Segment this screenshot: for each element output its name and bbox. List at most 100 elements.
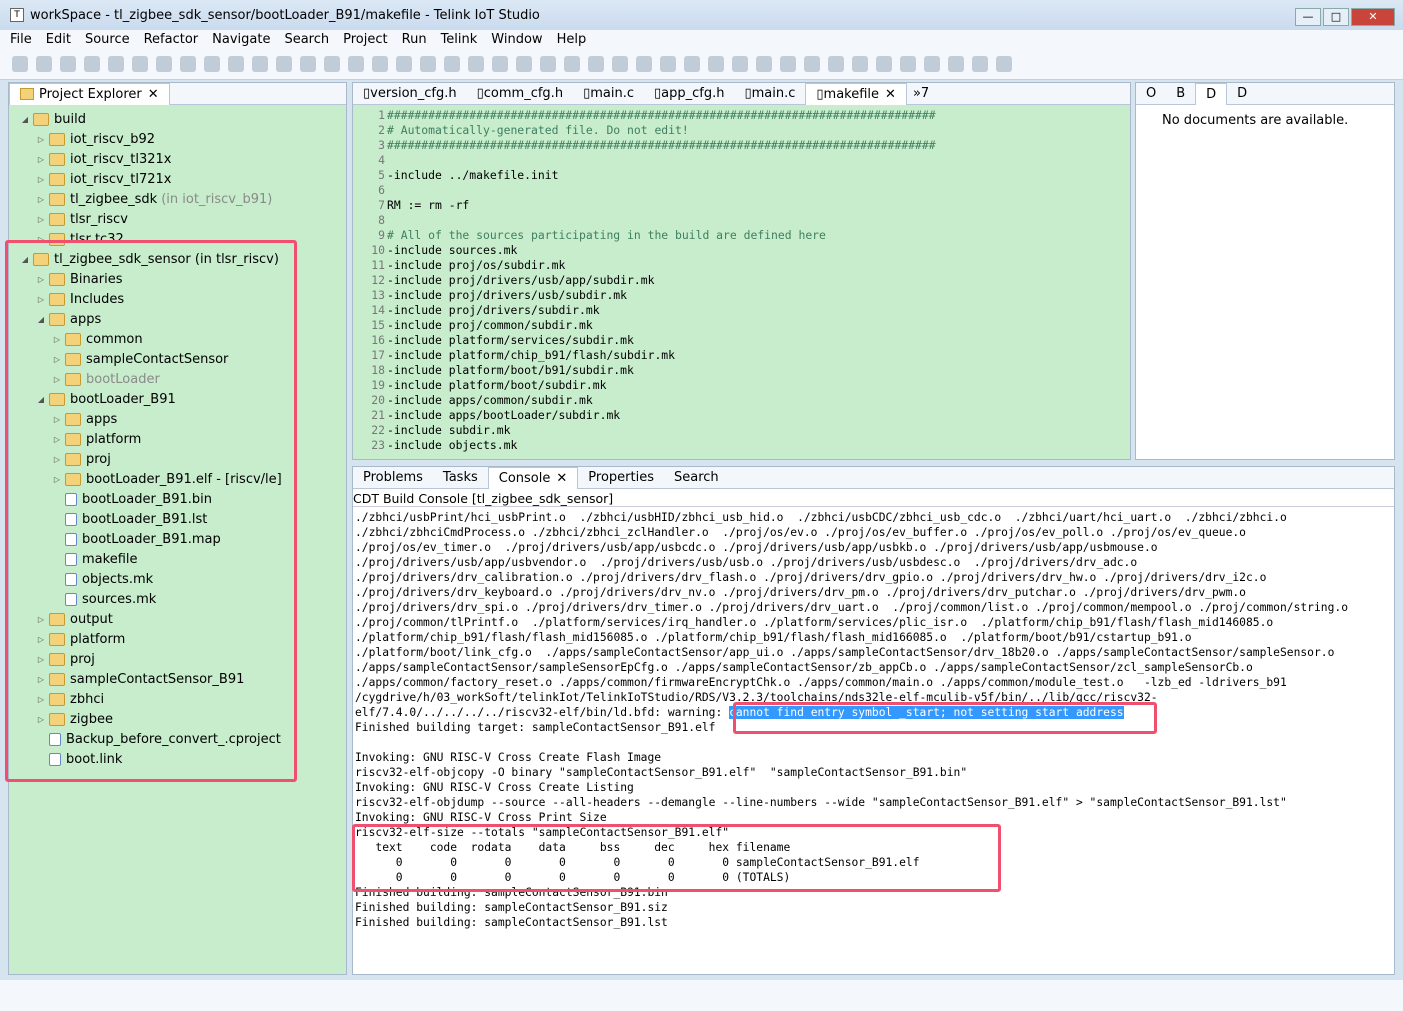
menu-project[interactable]: Project xyxy=(343,32,387,47)
toolbar-button-icon[interactable] xyxy=(204,56,220,72)
menu-search[interactable]: Search xyxy=(284,32,329,47)
toolbar-button-icon[interactable] xyxy=(636,56,652,72)
toolbar-button-icon[interactable] xyxy=(276,56,292,72)
menu-edit[interactable]: Edit xyxy=(46,32,71,47)
toolbar-button-icon[interactable] xyxy=(180,56,196,72)
editor-tab[interactable]: ▯ main.c xyxy=(573,83,644,105)
tree-item[interactable]: ▷ iot_riscv_tl321x xyxy=(9,149,346,169)
collapsed-icon[interactable]: ▷ xyxy=(35,215,47,224)
toolbar-button-icon[interactable] xyxy=(948,56,964,72)
editor-tab[interactable]: ▯ comm_cfg.h xyxy=(467,83,573,105)
menu-navigate[interactable]: Navigate xyxy=(212,32,270,47)
toolbar-button-icon[interactable] xyxy=(588,56,604,72)
toolbar-button-icon[interactable] xyxy=(60,56,76,72)
toolbar-button-icon[interactable] xyxy=(996,56,1012,72)
tree-item[interactable]: ▷ tlsr_riscv xyxy=(9,209,346,229)
toolbar-button-icon[interactable] xyxy=(84,56,100,72)
tab-console[interactable]: Console ✕ xyxy=(487,466,579,489)
menu-source[interactable]: Source xyxy=(85,32,130,47)
code-area[interactable]: 1 #######################################… xyxy=(353,105,1130,453)
toolbar-button-icon[interactable] xyxy=(324,56,340,72)
editor-tab[interactable]: ▯ version_cfg.h xyxy=(353,83,467,105)
console-line: ./proj/drivers/drv_spi.o ./proj/drivers/… xyxy=(355,601,1348,614)
code-line: 10 -include sources.mk xyxy=(353,243,1130,258)
menu-telink[interactable]: Telink xyxy=(441,32,478,47)
toolbar-button-icon[interactable] xyxy=(108,56,124,72)
editor-tab[interactable]: ▯ main.c xyxy=(734,83,805,105)
close-icon[interactable]: ✕ xyxy=(885,87,896,102)
editor-tab[interactable]: ▯ app_cfg.h xyxy=(644,83,734,105)
toolbar-button-icon[interactable] xyxy=(540,56,556,72)
menu-file[interactable]: File xyxy=(10,32,32,47)
menu-help[interactable]: Help xyxy=(557,32,587,47)
collapsed-icon[interactable]: ▷ xyxy=(35,175,47,184)
more-tabs-button[interactable]: »7 xyxy=(913,86,929,101)
toolbar-button-icon[interactable] xyxy=(36,56,52,72)
toolbar-button-icon[interactable] xyxy=(300,56,316,72)
toolbar-button-icon[interactable] xyxy=(348,56,364,72)
collapsed-icon[interactable]: ▷ xyxy=(35,195,47,204)
outline-tab[interactable]: B xyxy=(1166,83,1195,105)
toolbar-button-icon[interactable] xyxy=(660,56,676,72)
console-line: ./platform/boot/link_cfg.o ./apps/sample… xyxy=(355,646,1335,659)
tab-tasks[interactable]: Tasks xyxy=(433,467,488,489)
menu-run[interactable]: Run xyxy=(402,32,427,47)
toolbar-button-icon[interactable] xyxy=(852,56,868,72)
toolbar-button-icon[interactable] xyxy=(132,56,148,72)
tree-item[interactable]: ◢ build xyxy=(9,109,346,129)
code-line: 9 # All of the sources participating in t… xyxy=(353,228,1130,243)
tab-properties[interactable]: Properties xyxy=(578,467,664,489)
toolbar-button-icon[interactable] xyxy=(876,56,892,72)
toolbar-button-icon[interactable] xyxy=(924,56,940,72)
close-icon[interactable]: ✕ xyxy=(148,87,159,102)
tree-item[interactable]: ▷ iot_riscv_tl721x xyxy=(9,169,346,189)
toolbar-button-icon[interactable] xyxy=(612,56,628,72)
code-line: 7 RM := rm -rf xyxy=(353,198,1130,213)
editor-tab[interactable]: ▯ makefile ✕ xyxy=(805,82,907,105)
folder-icon xyxy=(49,132,65,146)
toolbar-button-icon[interactable] xyxy=(372,56,388,72)
toolbar-button-icon[interactable] xyxy=(564,56,580,72)
toolbar-button-icon[interactable] xyxy=(252,56,268,72)
console-line: ./proj/os/ev_timer.o ./proj/drivers/usb/… xyxy=(355,541,1158,554)
toolbar-button-icon[interactable] xyxy=(804,56,820,72)
toolbar-button-icon[interactable] xyxy=(900,56,916,72)
toolbar-button-icon[interactable] xyxy=(228,56,244,72)
menu-window[interactable]: Window xyxy=(491,32,542,47)
toolbar-button-icon[interactable] xyxy=(516,56,532,72)
tab-project-explorer[interactable]: Project Explorer ✕ xyxy=(9,82,170,105)
outline-tab[interactable]: D xyxy=(1195,82,1228,105)
menu-refactor[interactable]: Refactor xyxy=(144,32,199,47)
outline-tab[interactable]: O xyxy=(1136,83,1166,105)
toolbar-button-icon[interactable] xyxy=(756,56,772,72)
collapsed-icon[interactable]: ▷ xyxy=(35,135,47,144)
toolbar-button-icon[interactable] xyxy=(828,56,844,72)
expanded-icon[interactable]: ◢ xyxy=(19,115,31,124)
toolbar-button-icon[interactable] xyxy=(12,56,28,72)
maximize-button[interactable]: □ xyxy=(1323,8,1349,26)
toolbar-button-icon[interactable] xyxy=(420,56,436,72)
tab-search[interactable]: Search xyxy=(664,467,729,489)
toolbar-button-icon[interactable] xyxy=(780,56,796,72)
line-number: 17 xyxy=(371,348,385,362)
toolbar-button-icon[interactable] xyxy=(444,56,460,72)
toolbar-button-icon[interactable] xyxy=(972,56,988,72)
toolbar-button-icon[interactable] xyxy=(468,56,484,72)
tree-item[interactable]: ▷ tl_zigbee_sdk (in iot_riscv_b91) xyxy=(9,189,346,209)
tab-problems[interactable]: Problems xyxy=(353,467,433,489)
toolbar-button-icon[interactable] xyxy=(396,56,412,72)
minimize-button[interactable]: — xyxy=(1295,8,1321,26)
close-button[interactable]: ✕ xyxy=(1351,8,1395,26)
toolbar-button-icon[interactable] xyxy=(492,56,508,72)
code-line: 17 -include platform/chip_b91/flash/subdi… xyxy=(353,348,1130,363)
toolbar-button-icon[interactable] xyxy=(708,56,724,72)
outline-tab[interactable]: D xyxy=(1227,83,1257,105)
toolbar xyxy=(0,49,1403,80)
close-icon[interactable]: ✕ xyxy=(556,471,567,486)
toolbar-button-icon[interactable] xyxy=(732,56,748,72)
collapsed-icon[interactable]: ▷ xyxy=(35,155,47,164)
toolbar-button-icon[interactable] xyxy=(156,56,172,72)
tree-item[interactable]: ▷ iot_riscv_b92 xyxy=(9,129,346,149)
toolbar-button-icon[interactable] xyxy=(684,56,700,72)
